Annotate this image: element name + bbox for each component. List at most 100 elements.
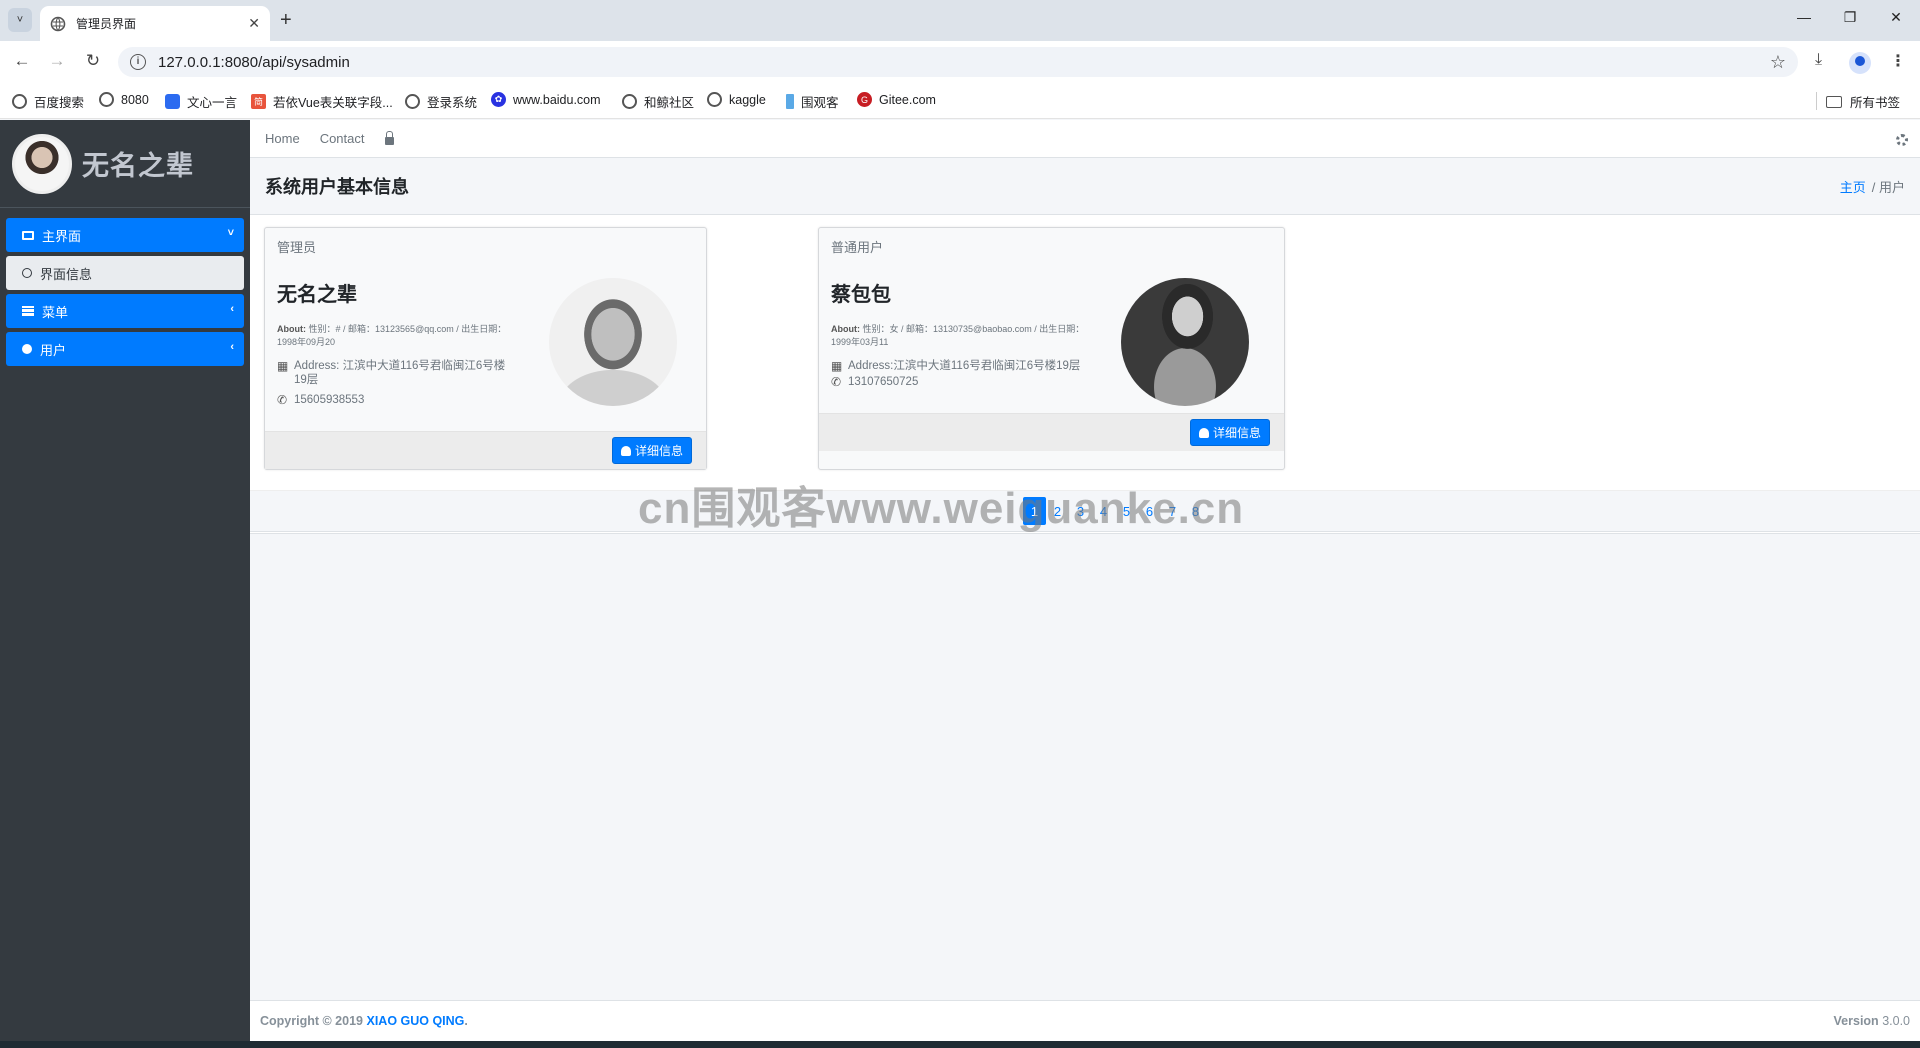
sidebar-item-label: 界面信息: [40, 266, 93, 282]
bookmark-item[interactable]: G Gitee.com: [857, 92, 936, 107]
version-label: Version: [1833, 1014, 1879, 1028]
page-link[interactable]: 4: [1092, 497, 1115, 525]
copyright-period: .: [464, 1014, 468, 1028]
user-name: 无名之辈: [277, 284, 357, 306]
tab-search-button[interactable]: ˅: [8, 8, 32, 32]
tab-strip: ˅ 管理员界面 ✕ + — ❐ ✕: [0, 0, 1920, 41]
bookmark-star-icon[interactable]: ☆: [1770, 52, 1786, 73]
download-icon[interactable]: ⤓: [1815, 51, 1822, 69]
restore-button[interactable]: ❐: [1840, 9, 1860, 26]
user-card-admin: 管理员 无名之辈 About: 性别：# / 邮箱：13123565@qq.co…: [264, 227, 707, 470]
jianshu-icon: 简: [251, 94, 266, 109]
breadcrumb-current: / 用户: [1871, 179, 1905, 195]
bookmark-item[interactable]: 简若依Vue表关联字段...: [251, 92, 393, 111]
user-photo: [549, 278, 677, 406]
sidebar-item-users[interactable]: 用户 ‹: [6, 332, 244, 366]
about-text: 性别：女 / 邮箱：13130735@baobao.com / 出生日期：199…: [831, 324, 1085, 347]
tab-close-icon[interactable]: ✕: [248, 15, 260, 32]
building-icon: ▦: [831, 359, 843, 373]
user-card-regular: 普通用户 蔡包包 About: 性别：女 / 邮箱：13130735@baoba…: [818, 227, 1285, 470]
page-link[interactable]: 1: [1023, 497, 1046, 525]
all-bookmarks-button[interactable]: 所有书签: [1825, 92, 1900, 111]
globe-icon: [405, 94, 420, 109]
bookmark-label: 8080: [121, 92, 149, 107]
bookmark-item[interactable]: kaggle: [707, 92, 766, 107]
page-link[interactable]: 8: [1184, 497, 1207, 525]
sidebar-item-menu[interactable]: 菜单 ‹: [6, 294, 244, 328]
bookmark-item[interactable]: 和鲸社区: [622, 92, 694, 111]
back-icon[interactable]: ←: [10, 51, 34, 71]
os-taskbar: [0, 1041, 1920, 1048]
lock-icon[interactable]: [384, 130, 394, 145]
user-cards-panel: 管理员 无名之辈 About: 性别：# / 邮箱：13123565@qq.co…: [250, 214, 1920, 534]
bookmark-label: kaggle: [729, 92, 766, 107]
author-link[interactable]: XIAO GUO QING: [366, 1014, 464, 1028]
bookmark-label: 若依Vue表关联字段...: [273, 96, 393, 110]
url-text[interactable]: 127.0.0.1:8080/api/sysadmin: [158, 54, 350, 71]
folder-icon: [1825, 95, 1842, 108]
page-link[interactable]: 2: [1046, 497, 1069, 525]
more-menu-icon[interactable]: ⋮: [1890, 51, 1906, 71]
page-title: 系统用户基本信息: [265, 177, 409, 197]
address-text: Address:江滨中大道116号君临闽江6号楼19层: [848, 360, 1081, 372]
breadcrumb-home-link[interactable]: 主页: [1840, 180, 1866, 195]
globe-icon: [622, 94, 637, 109]
page-link[interactable]: 5: [1115, 497, 1138, 525]
copyright: Copyright © 2019 XIAO GUO QING.: [260, 1014, 468, 1028]
details-button[interactable]: 详细信息: [611, 437, 692, 464]
bookmark-item[interactable]: 围观客: [786, 92, 839, 111]
reload-icon[interactable]: ↻: [81, 51, 105, 71]
forward-icon[interactable]: →: [45, 51, 69, 71]
address-bar[interactable]: i 127.0.0.1:8080/api/sysadmin ☆: [118, 47, 1798, 77]
sidebar-item-page-info[interactable]: 界面信息: [6, 256, 244, 290]
page-link[interactable]: 7: [1161, 497, 1184, 525]
copyright-text: Copyright © 2019: [260, 1014, 363, 1028]
minimize-button[interactable]: —: [1794, 9, 1814, 25]
bookmark-item[interactable]: 登录系统: [405, 92, 477, 111]
all-bookmarks-label: 所有书签: [1849, 96, 1900, 110]
new-tab-button[interactable]: +: [280, 8, 292, 32]
user-circle-icon: [22, 344, 32, 354]
bookmark-item[interactable]: 文心一言: [165, 92, 237, 111]
chevron-down-icon: ˅: [227, 227, 234, 239]
card-body: 蔡包包 About: 性别：女 / 邮箱：13130735@baobao.com…: [819, 278, 1284, 406]
tab-title: 管理员界面: [76, 17, 137, 31]
bookmark-item[interactable]: 百度搜索: [12, 92, 84, 111]
card-role: 管理员: [277, 240, 317, 255]
desktop-icon: [22, 230, 34, 240]
close-window-button[interactable]: ✕: [1886, 9, 1906, 26]
page-link[interactable]: 3: [1069, 497, 1092, 525]
bookmark-item[interactable]: 8080: [99, 92, 149, 107]
page-link[interactable]: 6: [1138, 497, 1161, 525]
bookmark-label: 文心一言: [187, 96, 238, 110]
avatar: [12, 133, 72, 194]
details-button[interactable]: 详细信息: [1189, 419, 1270, 446]
about-label: About:: [277, 324, 306, 334]
site-info-icon[interactable]: i: [130, 54, 146, 70]
sidebar-item-label: 主界面: [42, 228, 82, 244]
sidebar-item-label: 菜单: [42, 304, 69, 320]
sidebar: 无名之辈 主界面 ˅ 界面信息 菜单 ‹ 用户 ‹: [0, 120, 250, 1041]
main-content: Home Contact 系统用户基本信息 主页 / 用户 管理员 无名之辈 Ab…: [250, 120, 1920, 1041]
details-button-label: 详细信息: [1212, 426, 1261, 440]
details-button-label: 详细信息: [634, 444, 683, 458]
sidebar-item-main[interactable]: 主界面 ˅: [6, 218, 244, 252]
brand-link[interactable]: 无名之辈: [0, 120, 250, 208]
nav-contact-link[interactable]: Contact: [320, 131, 365, 146]
pagination: 1 2 3 4 5 6 7 8: [250, 490, 1920, 532]
browser-tab[interactable]: 管理员界面 ✕: [40, 6, 270, 41]
phone-icon: ✆: [277, 393, 288, 407]
grid-icon: [22, 306, 34, 316]
user-address: ▦ Address: 江滨中大道116号君临闽江6号楼19层: [277, 359, 517, 387]
nav-home-link[interactable]: Home: [265, 131, 300, 146]
phone-text: 15605938553: [294, 394, 365, 406]
version-info: Version 3.0.0: [1834, 1014, 1910, 1028]
card-role: 普通用户: [831, 240, 884, 255]
bookmarks-divider: [1816, 92, 1817, 110]
profile-avatar-icon[interactable]: [1849, 52, 1871, 74]
sidebar-item-label: 用户: [40, 342, 67, 358]
gear-icon[interactable]: [1896, 134, 1908, 146]
card-body: 无名之辈 About: 性别：# / 邮箱：13123565@qq.com / …: [265, 278, 706, 407]
user-name: 蔡包包: [831, 284, 891, 306]
bookmark-item[interactable]: ✿ www.baidu.com: [491, 92, 601, 107]
